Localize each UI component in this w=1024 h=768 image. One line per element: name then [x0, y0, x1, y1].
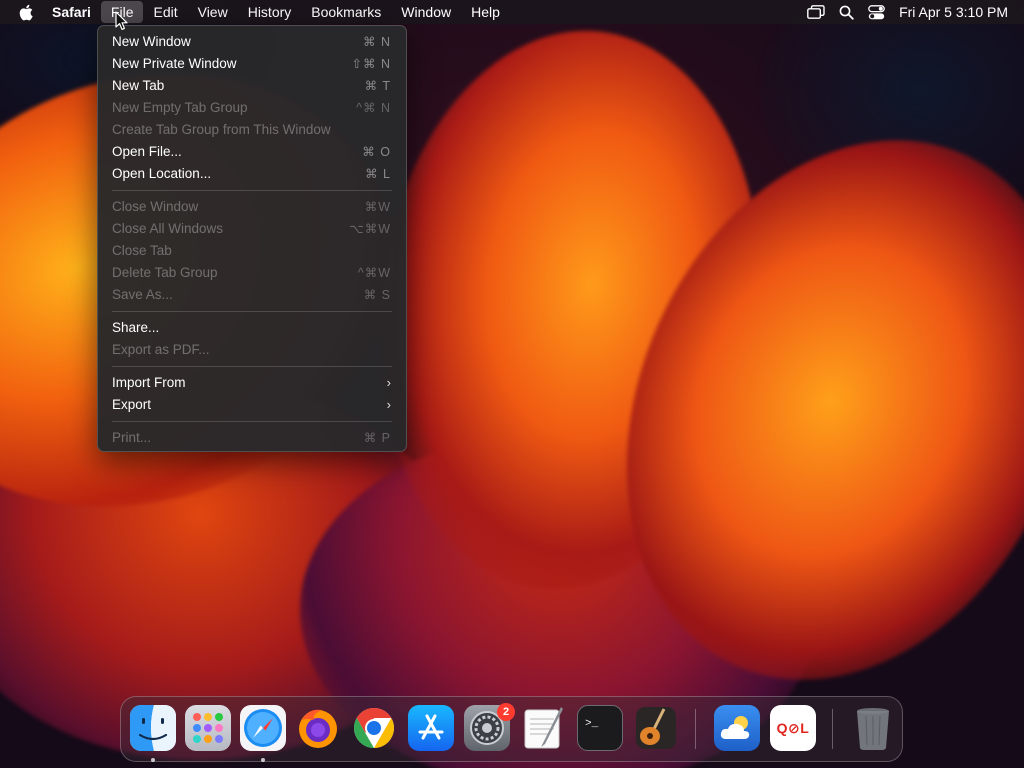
menu-item-label: New Tab [112, 78, 165, 93]
menu-item-close-tab: Close Tab [98, 240, 406, 262]
terminal-icon[interactable]: >_ [577, 705, 623, 751]
menu-item-shortcut: ⌥⌘W [349, 222, 391, 236]
menu-app-name[interactable]: Safari [44, 1, 101, 23]
menu-item-label: Close Tab [112, 243, 172, 258]
safari-icon[interactable] [240, 705, 286, 751]
menu-window[interactable]: Window [391, 1, 461, 23]
menu-item-label: Close Window [112, 199, 199, 214]
menu-item-import-from[interactable]: Import From › [98, 372, 406, 394]
qol-app-label: Q⊘L [776, 719, 810, 736]
menu-bar-clock[interactable]: Fri Apr 5 3:10 PM [899, 4, 1008, 20]
weather-icon[interactable] [714, 705, 760, 751]
menu-item-save-as: Save As... ⌘ S [98, 284, 406, 306]
file-menu-dropdown: New Window ⌘ N New Private Window ⇧⌘ N New T… [97, 25, 407, 452]
launchpad-icon[interactable] [185, 705, 231, 751]
menu-item-label: New Private Window [112, 56, 237, 71]
chevron-right-icon: › [386, 375, 391, 390]
menu-item-close-all-windows: Close All Windows ⌥⌘W [98, 218, 406, 240]
spotlight-search-icon[interactable] [831, 0, 861, 24]
menu-item-shortcut: ⌘ L [365, 167, 391, 181]
menu-separator [112, 366, 392, 367]
menu-edit[interactable]: Edit [143, 1, 187, 23]
menu-item-delete-tab-group: Delete Tab Group ^⌘W [98, 262, 406, 284]
menu-item-label: Import From [112, 375, 186, 390]
menu-item-label: Create Tab Group from This Window [112, 122, 331, 137]
menu-item-shortcut: ⌘W [364, 200, 391, 214]
menu-item-label: Open File... [112, 144, 182, 159]
menu-item-shortcut: ⇧⌘ N [351, 57, 391, 71]
menu-item-shortcut: ^⌘ N [356, 101, 391, 115]
qol-app-icon[interactable]: Q⊘L [770, 705, 816, 751]
menu-item-shortcut: ^⌘W [357, 266, 391, 280]
chrome-icon[interactable] [351, 705, 397, 751]
mouse-pointer-icon [115, 11, 128, 30]
menu-item-close-window: Close Window ⌘W [98, 196, 406, 218]
svg-text:>_: >_ [585, 718, 599, 730]
menu-item-label: Print... [112, 430, 152, 445]
firefox-icon[interactable] [295, 705, 341, 751]
menu-help[interactable]: Help [461, 1, 510, 23]
menu-item-shortcut: ⌘ P [363, 431, 391, 445]
trash-icon[interactable] [850, 705, 896, 751]
menu-item-label: Export as PDF... [112, 342, 210, 357]
app-store-icon[interactable] [408, 705, 454, 751]
menu-item-new-tab[interactable]: New Tab ⌘ T [98, 75, 406, 97]
menu-item-label: Open Location... [112, 166, 212, 181]
menu-item-new-empty-tab-group: New Empty Tab Group ^⌘ N [98, 97, 406, 119]
menu-view[interactable]: View [188, 1, 238, 23]
menu-item-label: New Window [112, 34, 191, 49]
control-center-icon[interactable] [861, 0, 891, 24]
menu-item-shortcut: ⌘ N [363, 35, 391, 49]
menu-item-label: Export [112, 397, 152, 412]
notification-badge: 2 [497, 703, 515, 721]
finder-icon[interactable] [130, 705, 176, 751]
menu-item-label: Save As... [112, 287, 173, 302]
menu-separator [112, 421, 392, 422]
chevron-right-icon: › [386, 397, 391, 412]
menu-item-open-file[interactable]: Open File... ⌘ O [98, 141, 406, 163]
menu-item-label: Close All Windows [112, 221, 224, 236]
menu-item-export[interactable]: Export › [98, 394, 406, 416]
menu-item-share[interactable]: Share... [98, 317, 406, 339]
menu-item-open-location[interactable]: Open Location... ⌘ L [98, 163, 406, 185]
menu-item-new-window[interactable]: New Window ⌘ N [98, 31, 406, 53]
menu-item-label: Delete Tab Group [112, 265, 218, 280]
menu-item-export-as-pdf: Export as PDF... [98, 339, 406, 361]
menu-item-new-private-window[interactable]: New Private Window ⇧⌘ N [98, 53, 406, 75]
menu-separator [112, 190, 392, 191]
apple-logo-icon[interactable] [15, 0, 37, 24]
textedit-icon[interactable] [520, 705, 566, 751]
menu-item-label: Share... [112, 320, 160, 335]
menu-item-shortcut: ⌘ O [362, 145, 391, 159]
menu-bookmarks[interactable]: Bookmarks [301, 1, 391, 23]
menu-item-shortcut: ⌘ S [363, 288, 391, 302]
menu-item-print: Print... ⌘ P [98, 427, 406, 449]
menu-history[interactable]: History [238, 1, 302, 23]
screen-mirroring-icon[interactable] [801, 0, 831, 24]
garageband-icon[interactable] [633, 705, 679, 751]
menu-separator [112, 311, 392, 312]
menu-item-create-tab-group-from-this-window: Create Tab Group from This Window [98, 119, 406, 141]
menu-item-label: New Empty Tab Group [112, 100, 248, 115]
menu-bar: Safari File Edit View History Bookmarks … [0, 0, 1024, 24]
dock: 2 >_ Q⊘L [120, 696, 903, 762]
menu-item-shortcut: ⌘ T [364, 79, 391, 93]
